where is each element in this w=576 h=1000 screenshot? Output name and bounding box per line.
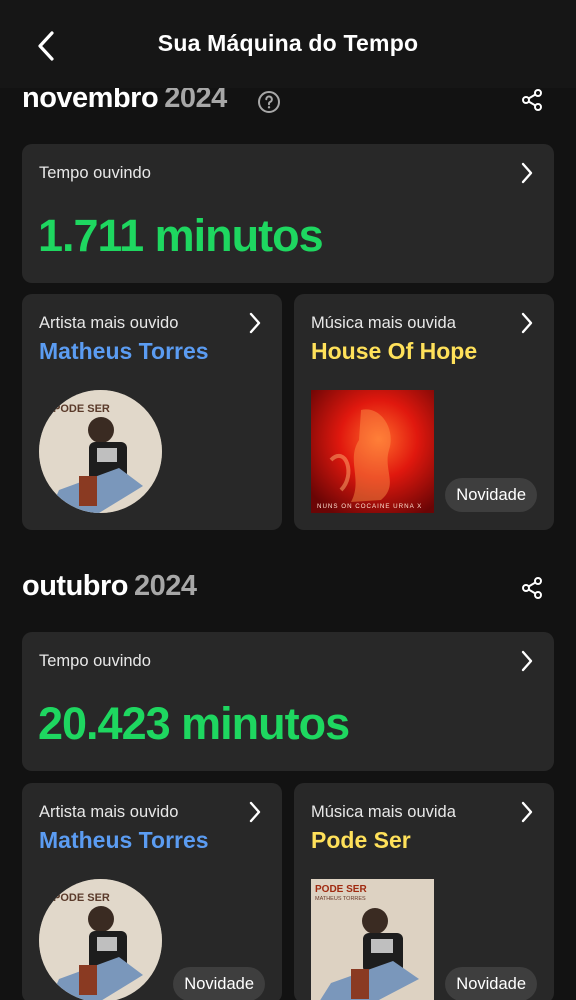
top-artist-card[interactable]: Artista mais ouvido Matheus Torres PODE … [22,294,282,530]
top-track-label: Música mais ouvida [311,803,456,821]
top-artist-label: Artista mais ouvido [39,314,179,332]
listening-minutes: 1.711 minutos [38,210,324,261]
listening-time-label: Tempo ouvindo [39,652,151,670]
month-title: outubro 2024 [22,570,197,603]
cover-text: NUNS ON COCAINE URNA X [317,503,422,510]
chevron-right-icon [245,799,265,825]
chevron-right-icon [517,310,537,336]
chevron-right-icon [517,799,537,825]
share-button[interactable] [518,574,546,602]
cover-text: PODE SER [315,884,367,895]
avatar-text: PODE SER [53,892,110,904]
month-name: outubro [22,570,129,602]
month-section-november: novembro 2024 Tempo ouvindo 1.711 minutos… [22,82,554,532]
new-badge: Novidade [445,478,537,512]
top-artist-card[interactable]: Artista mais ouvido Matheus Torres PODE … [22,783,282,1000]
question-circle-icon[interactable] [257,90,281,114]
avatar-text: PODE SER [53,403,110,415]
month-year: 2024 [134,570,197,602]
top-bar: Sua Máquina do Tempo [0,0,576,88]
chevron-right-icon [245,310,265,336]
listening-time-card[interactable]: Tempo ouvindo 1.711 minutos [22,144,554,283]
chevron-right-icon [517,160,537,186]
top-artist-label: Artista mais ouvido [39,803,179,821]
top-track-card[interactable]: Música mais ouvida Pode Ser PODE SER MAT… [294,783,554,1000]
listening-time-label: Tempo ouvindo [39,164,151,182]
page-title: Sua Máquina do Tempo [157,30,419,56]
artist-avatar: PODE SER [39,390,162,513]
album-cover: PODE SER MATHEUS TORRES [311,879,434,1000]
new-badge: Novidade [173,967,265,1000]
cover-subtext: MATHEUS TORRES [315,896,366,902]
share-icon [522,577,542,599]
top-track-name: Pode Ser [311,827,411,853]
album-cover: NUNS ON COCAINE URNA X [311,390,434,513]
top-artist-name: Matheus Torres [39,338,209,364]
listening-time-card[interactable]: Tempo ouvindo 20.423 minutos [22,632,554,771]
top-track-name: House Of Hope [311,338,478,364]
month-header: outubro 2024 [22,570,554,610]
top-track-card[interactable]: Música mais ouvida House Of Hope NUNS ON… [294,294,554,530]
listening-minutes: 20.423 minutos [38,698,350,749]
share-icon [522,89,542,111]
top-track-label: Música mais ouvida [311,314,456,332]
chevron-right-icon [517,648,537,674]
new-badge: Novidade [445,967,537,1000]
share-button[interactable] [518,86,546,114]
month-header: novembro 2024 [22,82,554,122]
month-section-october: outubro 2024 Tempo ouvindo 20.423 minutos… [22,570,554,1000]
top-artist-name: Matheus Torres [39,827,209,853]
artist-avatar: PODE SER [39,879,162,1000]
